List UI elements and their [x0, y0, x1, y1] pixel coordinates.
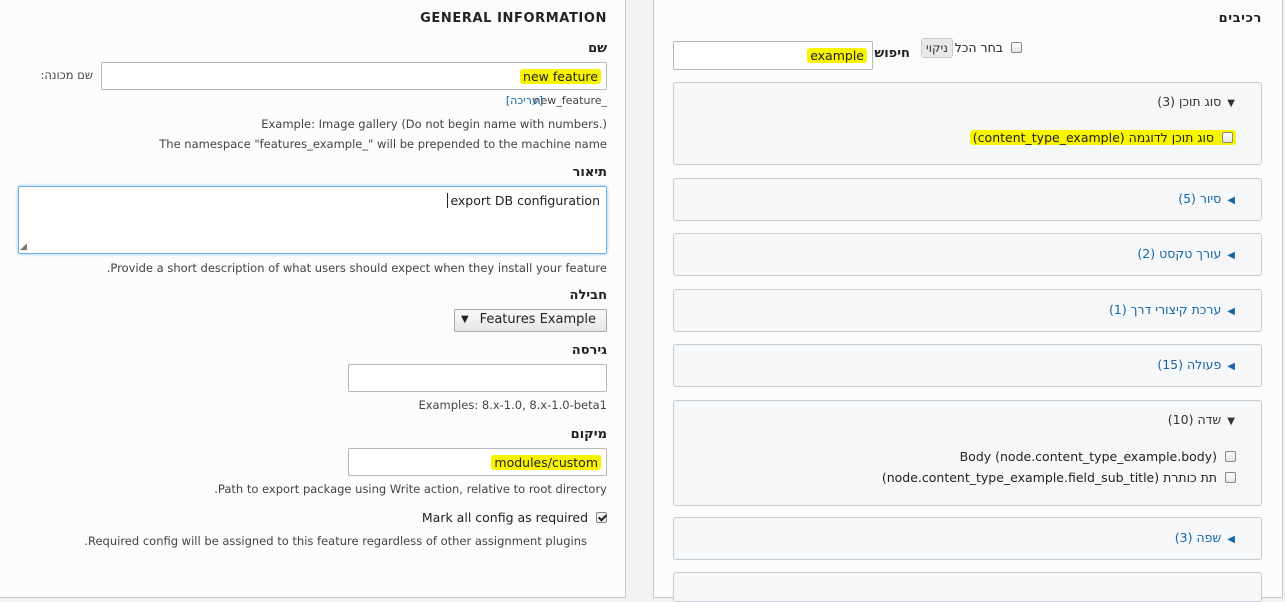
section-action: ◀פעולה (15): [673, 344, 1262, 387]
components-panel: רכיבים בחר הכל ניקוי חיפוש example ▼סוג …: [653, 0, 1283, 602]
section-tour-summary[interactable]: ◀סיור (5): [1178, 191, 1235, 206]
section-text-editor: ◀עורך טקסט (2): [673, 233, 1262, 276]
search-label: חיפוש: [874, 46, 910, 61]
section-field-summary[interactable]: ▼שדה (10): [1168, 412, 1235, 427]
content-type-item-checkbox[interactable]: [1222, 132, 1233, 143]
select-all-checkbox[interactable]: [1011, 42, 1022, 53]
section-field: ▼שדה (10) Body (node.content_type_exampl…: [673, 400, 1262, 506]
machine-name-label: שם מכונה:: [40, 68, 93, 82]
section-shortcut-set-summary[interactable]: ◀ערכת קיצורי דרך (1): [1109, 302, 1235, 317]
machine-name-row: new_feature_: [534, 94, 607, 107]
path-input[interactable]: modules/custom: [348, 448, 607, 476]
field-item-body-checkbox[interactable]: [1225, 451, 1236, 462]
description-value: export DB configuration: [447, 193, 600, 208]
dropdown-arrow-icon: ▼: [461, 314, 469, 325]
name-input[interactable]: new feature: [101, 62, 607, 90]
triangle-left-icon: ◀: [1227, 534, 1235, 545]
triangle-left-icon: ◀: [1227, 195, 1235, 206]
path-input-value: modules/custom: [491, 455, 601, 470]
select-all-row: בחר הכל: [955, 40, 1022, 55]
section-text-editor-summary[interactable]: ◀עורך טקסט (2): [1137, 246, 1235, 261]
required-help: Required config will be assigned to this…: [84, 534, 587, 548]
section-action-summary[interactable]: ◀פעולה (15): [1157, 357, 1235, 372]
description-label: תיאור: [572, 165, 607, 180]
section-language-summary[interactable]: ◀שפה (3): [1175, 530, 1235, 545]
name-help-1: Example: Image gallery (Do not begin nam…: [261, 117, 607, 131]
required-label: Mark all config as required: [421, 510, 589, 525]
search-input-value: example: [807, 48, 867, 63]
components-heading: רכיבים: [1218, 11, 1262, 26]
field-item-sub-title-checkbox[interactable]: [1225, 472, 1236, 483]
version-help: Examples: 8.x-1.0, 8.x-1.0-beta1: [418, 398, 607, 412]
version-input[interactable]: [348, 364, 607, 392]
version-label: גירסה: [571, 343, 607, 358]
path-help: Path to export package using Write actio…: [214, 482, 607, 496]
field-item-sub-title: תת כותרת (node.content_type_example.fiel…: [882, 470, 1236, 485]
name-label: שם: [588, 41, 607, 56]
section-tour: ◀סיור (5): [673, 178, 1262, 221]
resize-handle-icon[interactable]: ◢: [20, 242, 27, 252]
triangle-left-icon: ◀: [1227, 306, 1235, 317]
path-label: מיקום: [570, 427, 607, 442]
triangle-left-icon: ◀: [1227, 361, 1235, 372]
description-help: Provide a short description of what user…: [106, 261, 607, 275]
triangle-down-icon: ▼: [1227, 98, 1235, 109]
required-row: Mark all config as required: [422, 510, 607, 525]
general-information-heading: GENERAL INFORMATION: [420, 11, 607, 26]
content-type-item: סוג תוכן לדוגמה (content_type_example): [969, 130, 1236, 145]
machine-name-value: new_feature_: [533, 94, 607, 107]
field-item-body: Body (node.content_type_example.body): [960, 449, 1236, 464]
name-help-2: The namespace "features_example_" will b…: [159, 137, 607, 151]
search-input[interactable]: example: [673, 41, 873, 70]
required-checkbox[interactable]: [596, 512, 607, 523]
bundle-selected-value: Features Example: [479, 312, 596, 327]
section-language: ◀שפה (3): [673, 517, 1262, 560]
select-all-label: בחר הכל: [954, 40, 1004, 55]
section-shortcut-set: ◀ערכת קיצורי דרך (1): [673, 289, 1262, 332]
bundle-select[interactable]: ▼ Features Example: [454, 309, 607, 332]
bundle-label: חבילה: [569, 288, 607, 303]
general-information-panel: GENERAL INFORMATION שם שם מכונה: new fea…: [0, 0, 626, 598]
machine-name-edit-link[interactable]: [עריכה]: [506, 94, 543, 107]
section-content-type: ▼סוג תוכן (3) סוג תוכן לדוגמה (content_t…: [673, 82, 1262, 165]
section-content-type-summary[interactable]: ▼סוג תוכן (3): [1157, 94, 1235, 109]
clear-button[interactable]: ניקוי: [921, 38, 953, 58]
triangle-down-icon: ▼: [1227, 416, 1235, 427]
description-textarea[interactable]: export DB configuration ◢: [18, 186, 607, 254]
triangle-left-icon: ◀: [1227, 250, 1235, 261]
name-input-value: new feature: [520, 69, 601, 84]
